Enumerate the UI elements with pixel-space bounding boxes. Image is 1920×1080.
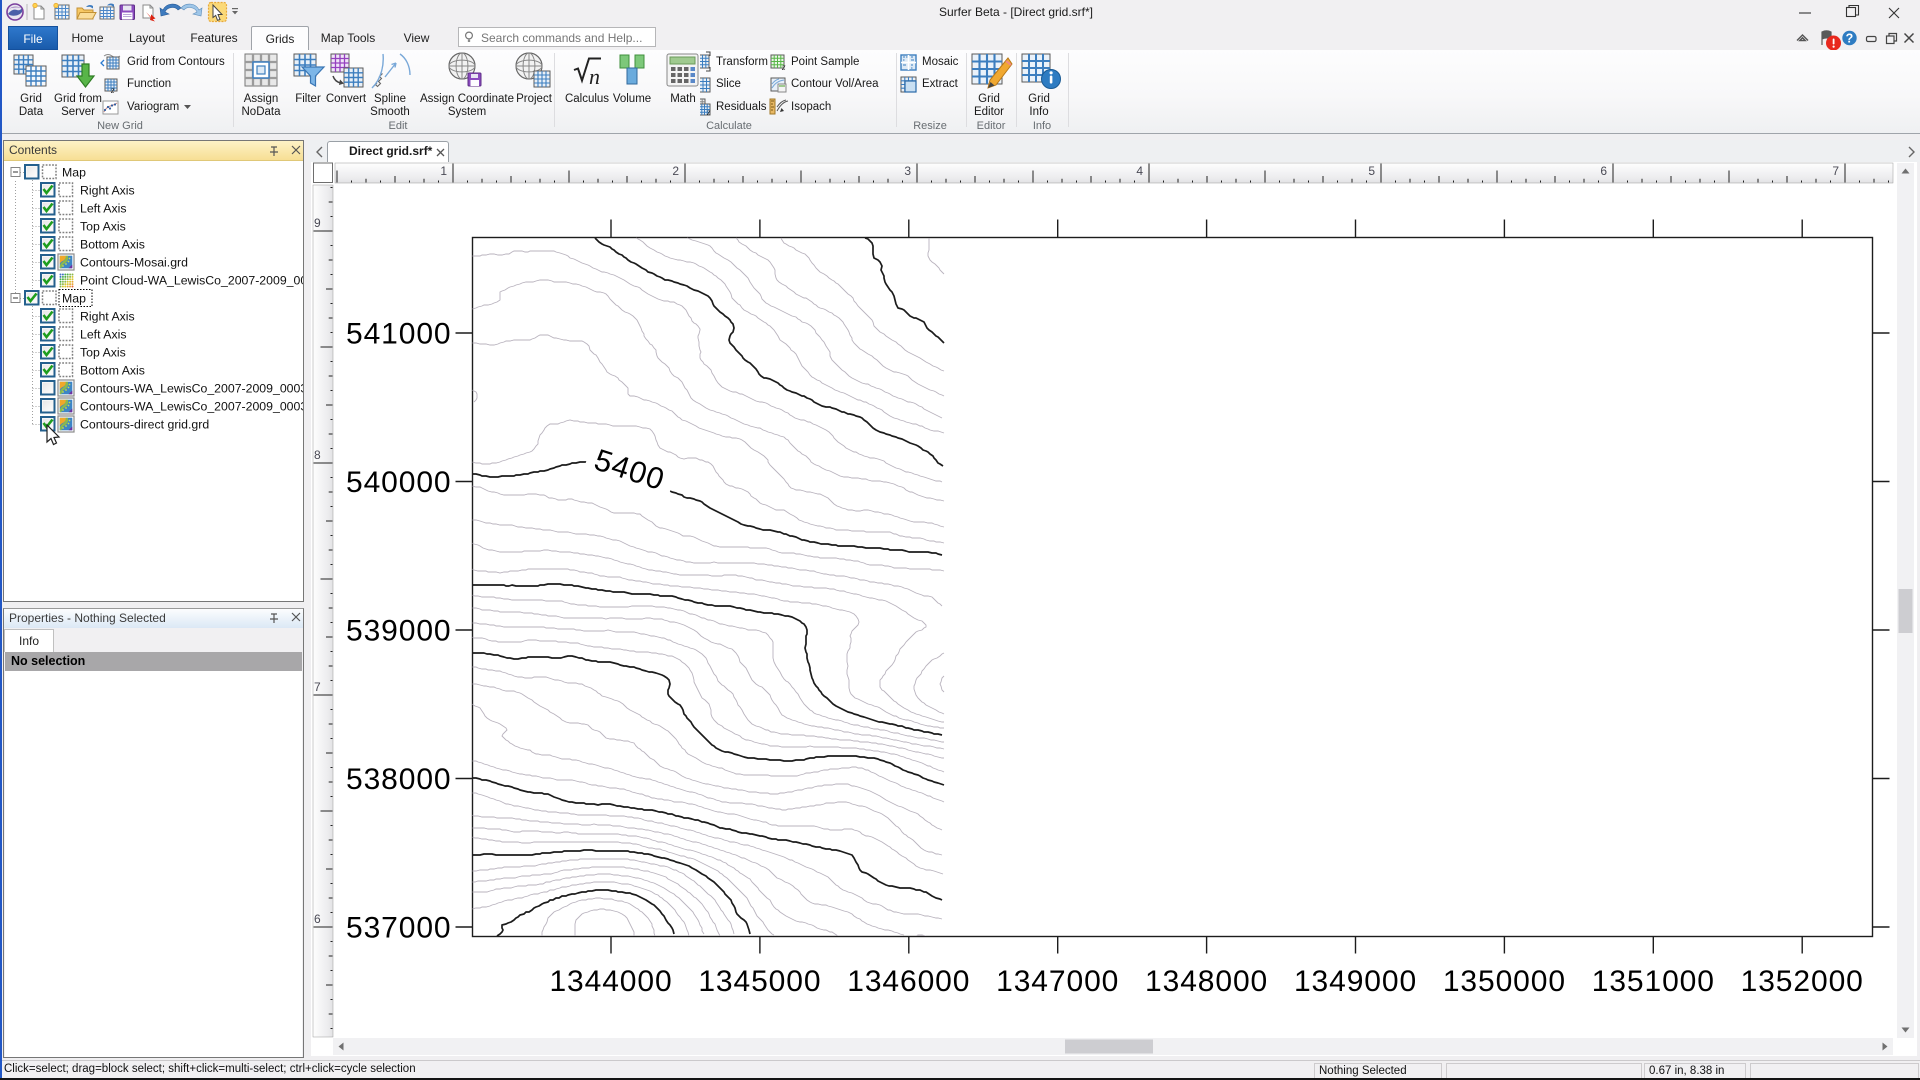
svg-text:1344000: 1344000	[549, 965, 672, 998]
svg-text:Contours-WA_LewisCo_2007-2009_: Contours-WA_LewisCo_2007-2009_000382.	[80, 400, 303, 414]
svg-text:1352000: 1352000	[1741, 965, 1864, 998]
svg-text:Left Axis: Left Axis	[80, 202, 126, 216]
svg-text:8: 8	[314, 448, 321, 462]
svg-text:Right Axis: Right Axis	[80, 184, 135, 198]
svg-text:Contours-Mosai.grd: Contours-Mosai.grd	[80, 256, 188, 270]
svg-text:1347000: 1347000	[996, 965, 1119, 998]
svg-text:9: 9	[314, 216, 321, 230]
svg-text:Contours-WA_LewisCo_2007-2009_: Contours-WA_LewisCo_2007-2009_000383.	[80, 382, 303, 396]
svg-text:1349000: 1349000	[1294, 965, 1417, 998]
svg-text:Left Axis: Left Axis	[80, 328, 126, 342]
svg-text:7: 7	[1832, 164, 1839, 178]
svg-text:Map: Map	[62, 166, 86, 180]
svg-text:1350000: 1350000	[1443, 965, 1566, 998]
svg-text:1346000: 1346000	[847, 965, 970, 998]
svg-text:Top Axis: Top Axis	[80, 220, 126, 234]
svg-text:n: n	[589, 64, 600, 89]
svg-text:?: ?	[1846, 32, 1854, 46]
svg-text:6: 6	[314, 912, 321, 926]
svg-text:6: 6	[1600, 164, 1607, 178]
svg-text:7: 7	[314, 680, 321, 694]
svg-text:Point Cloud-WA_LewisCo_2007-20: Point Cloud-WA_LewisCo_2007-2009_0003	[80, 274, 303, 288]
svg-text:1345000: 1345000	[698, 965, 821, 998]
svg-text:Map: Map	[62, 292, 86, 306]
svg-text:540000: 540000	[346, 466, 452, 499]
svg-text:4: 4	[1136, 164, 1143, 178]
svg-text:z: z	[706, 107, 711, 117]
svg-text:Top Axis: Top Axis	[80, 346, 126, 360]
svg-text:1351000: 1351000	[1592, 965, 1715, 998]
svg-text:Right Axis: Right Axis	[80, 310, 135, 324]
svg-text:3: 3	[904, 164, 911, 178]
svg-text:537000: 537000	[346, 912, 452, 945]
svg-text:2: 2	[672, 164, 679, 178]
svg-text:539000: 539000	[346, 615, 452, 648]
svg-text:Bottom Axis: Bottom Axis	[80, 238, 145, 252]
svg-text:Contours-direct grid.grd: Contours-direct grid.grd	[80, 418, 209, 432]
svg-text:1348000: 1348000	[1145, 965, 1268, 998]
svg-text:Bottom Axis: Bottom Axis	[80, 364, 145, 378]
svg-text:1: 1	[440, 164, 447, 178]
svg-text:541000: 541000	[346, 318, 452, 351]
svg-text:5: 5	[1368, 164, 1375, 178]
svg-text:z: z	[781, 62, 786, 72]
svg-text:538000: 538000	[346, 763, 452, 796]
